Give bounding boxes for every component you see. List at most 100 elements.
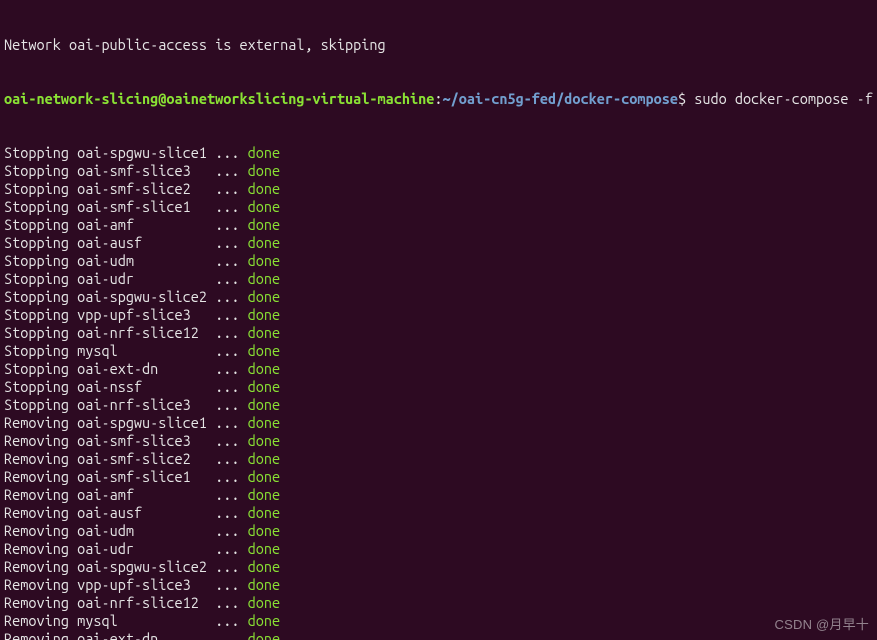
ellipsis: ... [215, 396, 247, 413]
status-done: done [248, 324, 280, 341]
container-name: oai-udr [77, 540, 215, 557]
container-name: oai-udr [77, 270, 215, 287]
action-label: Stopping [4, 234, 69, 251]
status-done: done [248, 252, 280, 269]
container-name: vpp-upf-slice3 [77, 306, 215, 323]
ellipsis: ... [215, 342, 247, 359]
action-label: Removing [4, 450, 69, 467]
ellipsis: ... [215, 306, 247, 323]
status-done: done [248, 144, 280, 161]
container-status-line: Removing oai-spgwu-slice1 ... done [4, 414, 873, 432]
status-done: done [248, 162, 280, 179]
status-done: done [248, 270, 280, 287]
status-done: done [248, 378, 280, 395]
status-done: done [248, 180, 280, 197]
container-name: oai-ext-dn [77, 360, 215, 377]
ellipsis: ... [215, 324, 247, 341]
status-done: done [248, 486, 280, 503]
container-status-line: Stopping oai-spgwu-slice2 ... done [4, 288, 873, 306]
action-label: Removing [4, 576, 69, 593]
action-label: Stopping [4, 216, 69, 233]
status-done: done [248, 612, 280, 629]
ellipsis: ... [215, 486, 247, 503]
container-status-line: Stopping oai-smf-slice2 ... done [4, 180, 873, 198]
ellipsis: ... [215, 540, 247, 557]
container-status-line: Removing oai-amf ... done [4, 486, 873, 504]
ellipsis: ... [215, 576, 247, 593]
status-done: done [248, 414, 280, 431]
top-truncated-line: Network oai-public-access is external, s… [4, 36, 873, 54]
ellipsis: ... [215, 468, 247, 485]
ellipsis: ... [215, 252, 247, 269]
container-status-line: Stopping oai-udm ... done [4, 252, 873, 270]
action-label: Stopping [4, 198, 69, 215]
action-label: Removing [4, 630, 69, 640]
status-done: done [248, 360, 280, 377]
container-name: oai-spgwu-slice2 [77, 558, 215, 575]
container-status-line: Removing vpp-upf-slice3 ... done [4, 576, 873, 594]
action-label: Removing [4, 594, 69, 611]
container-status-line: Removing oai-smf-slice2 ... done [4, 450, 873, 468]
action-label: Stopping [4, 360, 69, 377]
action-label: Stopping [4, 144, 69, 161]
action-label: Removing [4, 504, 69, 521]
status-done: done [248, 522, 280, 539]
container-name: oai-smf-slice1 [77, 468, 215, 485]
container-name: mysql [77, 342, 215, 359]
status-done: done [248, 432, 280, 449]
container-name: oai-nrf-slice12 [77, 594, 215, 611]
ellipsis: ... [215, 198, 247, 215]
ellipsis: ... [215, 612, 247, 629]
status-done: done [248, 504, 280, 521]
container-name: oai-spgwu-slice2 [77, 288, 215, 305]
action-label: Removing [4, 540, 69, 557]
action-label: Stopping [4, 270, 69, 287]
container-status-line: Stopping oai-smf-slice3 ... done [4, 162, 873, 180]
status-done: done [248, 216, 280, 233]
ellipsis: ... [215, 630, 247, 640]
status-done: done [248, 342, 280, 359]
container-status-line: Removing oai-udr ... done [4, 540, 873, 558]
action-label: Stopping [4, 252, 69, 269]
status-done: done [248, 234, 280, 251]
container-name: vpp-upf-slice3 [77, 576, 215, 593]
ellipsis: ... [215, 522, 247, 539]
prompt-command: sudo docker-compose -f docker-compose-sl… [694, 90, 877, 107]
status-done: done [248, 450, 280, 467]
container-status-line: Removing oai-nrf-slice12 ... done [4, 594, 873, 612]
container-name: oai-smf-slice2 [77, 180, 215, 197]
action-label: Stopping [4, 306, 69, 323]
container-name: oai-ausf [77, 504, 215, 521]
prompt-line[interactable]: oai-network-slicing@oainetworkslicing-vi… [4, 90, 873, 108]
container-name: mysql [77, 612, 215, 629]
status-done: done [248, 558, 280, 575]
status-done: done [248, 540, 280, 557]
ellipsis: ... [215, 144, 247, 161]
action-label: Removing [4, 522, 69, 539]
ellipsis: ... [215, 432, 247, 449]
action-label: Stopping [4, 180, 69, 197]
container-status-line: Removing oai-smf-slice3 ... done [4, 432, 873, 450]
status-done: done [248, 468, 280, 485]
action-label: Stopping [4, 342, 69, 359]
container-status-line: Stopping oai-udr ... done [4, 270, 873, 288]
status-done: done [248, 576, 280, 593]
ellipsis: ... [215, 288, 247, 305]
container-name: oai-spgwu-slice1 [77, 144, 215, 161]
ellipsis: ... [215, 180, 247, 197]
container-status-line: Stopping oai-ext-dn ... done [4, 360, 873, 378]
ellipsis: ... [215, 378, 247, 395]
status-done: done [248, 594, 280, 611]
ellipsis: ... [215, 360, 247, 377]
terminal-output: Network oai-public-access is external, s… [0, 0, 877, 640]
prompt-dollar: $ [678, 90, 686, 107]
prompt-path: ~/oai-cn5g-fed/docker-compose [442, 90, 677, 107]
container-name: oai-ext-dn [77, 630, 215, 640]
container-name: oai-spgwu-slice1 [77, 414, 215, 431]
container-name: oai-amf [77, 486, 215, 503]
status-done: done [248, 630, 280, 640]
container-status-line: Removing oai-smf-slice1 ... done [4, 468, 873, 486]
prompt-user-host: oai-network-slicing@oainetworkslicing-vi… [4, 90, 434, 107]
ellipsis: ... [215, 558, 247, 575]
status-done: done [248, 306, 280, 323]
